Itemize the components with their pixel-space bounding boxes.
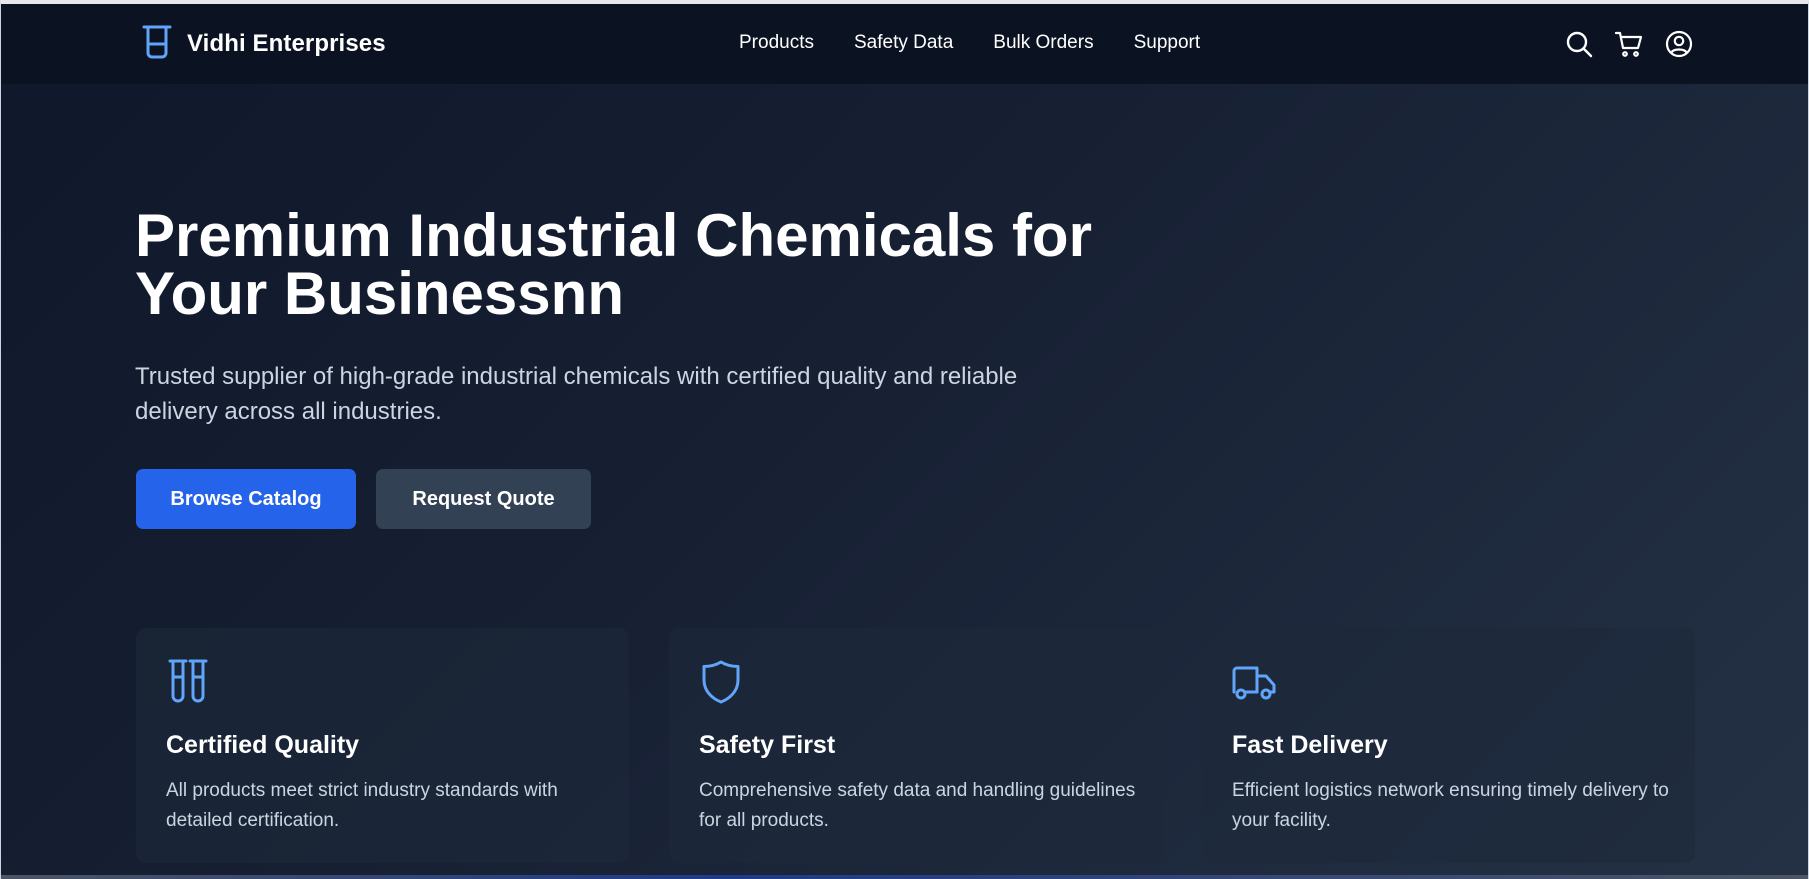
feature-card-safety-first: Safety First Comprehensive safety data a… bbox=[669, 628, 1162, 863]
feature-card-fast-delivery: Fast Delivery Efficient logistics networ… bbox=[1202, 628, 1695, 863]
hero-subtitle: Trusted supplier of high-grade industria… bbox=[135, 363, 1018, 425]
bottom-divider bbox=[1, 875, 1808, 879]
feature-text: Comprehensive safety data and handling g… bbox=[699, 780, 1136, 831]
search-icon[interactable] bbox=[1565, 30, 1593, 58]
request-quote-button[interactable]: Request Quote bbox=[376, 469, 591, 529]
shield-icon bbox=[697, 658, 745, 706]
feature-title: Certified Quality bbox=[166, 731, 360, 759]
test-tubes-icon bbox=[164, 658, 212, 706]
cart-icon[interactable] bbox=[1615, 30, 1643, 58]
top-navbar: Vidhi Enterprises Products Safety Data B… bbox=[1, 4, 1808, 84]
user-icon[interactable] bbox=[1665, 30, 1693, 58]
brand[interactable]: Vidhi Enterprises bbox=[141, 24, 386, 65]
nav-products[interactable]: Products bbox=[739, 32, 814, 54]
header-actions bbox=[1565, 30, 1693, 58]
brand-name: Vidhi Enterprises bbox=[187, 30, 386, 57]
page: Vidhi Enterprises Products Safety Data B… bbox=[0, 0, 1809, 879]
feature-text: Efficient logistics network ensuring tim… bbox=[1232, 780, 1669, 831]
main-nav: Products Safety Data Bulk Orders Support bbox=[739, 32, 1200, 54]
feature-text: All products meet strict industry standa… bbox=[166, 780, 558, 831]
hero-title: Premium Industrial Chemicals for Your Bu… bbox=[135, 202, 1092, 327]
nav-bulk-orders[interactable]: Bulk Orders bbox=[993, 32, 1093, 54]
feature-title: Safety First bbox=[699, 731, 836, 759]
beaker-icon bbox=[141, 24, 173, 65]
feature-title: Fast Delivery bbox=[1232, 731, 1388, 759]
feature-card-certified-quality: Certified Quality All products meet stri… bbox=[136, 628, 629, 863]
nav-safety-data[interactable]: Safety Data bbox=[854, 32, 953, 54]
browse-catalog-button[interactable]: Browse Catalog bbox=[136, 469, 356, 529]
truck-icon bbox=[1230, 658, 1278, 706]
nav-support[interactable]: Support bbox=[1134, 32, 1201, 54]
